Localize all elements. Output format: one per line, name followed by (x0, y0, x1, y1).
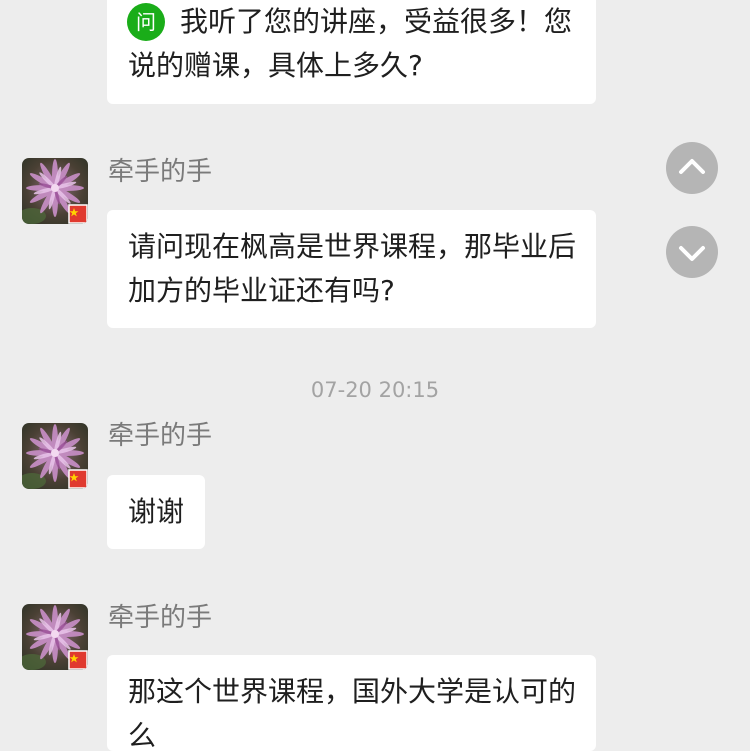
message-text-line: 加方的毕业证还有吗? (128, 274, 395, 307)
message-bubble: 请问现在枫高是世界课程，那毕业后 加方的毕业证还有吗? (107, 210, 596, 328)
sender-name: 牵手的手 (108, 157, 213, 187)
flower-avatar-icon (22, 604, 88, 670)
avatar[interactable] (22, 158, 88, 224)
scroll-down-button[interactable] (666, 226, 718, 278)
chevron-up-icon (679, 159, 705, 174)
timestamp: 07-20 20:15 (310, 378, 440, 402)
question-badge: 问 (127, 3, 165, 41)
avatar[interactable] (22, 604, 88, 670)
sender-name: 牵手的手 (108, 421, 213, 451)
message-text-line: 那这个世界课程，国外大学是认可的 (128, 675, 577, 708)
flower-avatar-icon (22, 158, 88, 224)
question-bubble: 问 我听了您的讲座，受益很多！您 说的赠课，具体上多久? (107, 0, 596, 104)
message-text-line: 请问现在枫高是世界课程，那毕业后 (128, 230, 577, 263)
message-bubble: 那这个世界课程，国外大学是认可的 么 (107, 655, 596, 751)
avatar[interactable] (22, 423, 88, 489)
message-text-line: 我听了您的讲座，受益很多！您 (180, 5, 573, 38)
scroll-up-button[interactable] (666, 142, 718, 194)
flower-avatar-icon (22, 423, 88, 489)
message-text-line: 么 (128, 719, 157, 751)
message-text-line: 说的赠课，具体上多久? (128, 49, 423, 82)
message-text-line: 谢谢 (128, 495, 185, 528)
message-bubble: 谢谢 (107, 475, 206, 549)
sender-name: 牵手的手 (108, 603, 213, 633)
chevron-down-icon (679, 246, 705, 261)
